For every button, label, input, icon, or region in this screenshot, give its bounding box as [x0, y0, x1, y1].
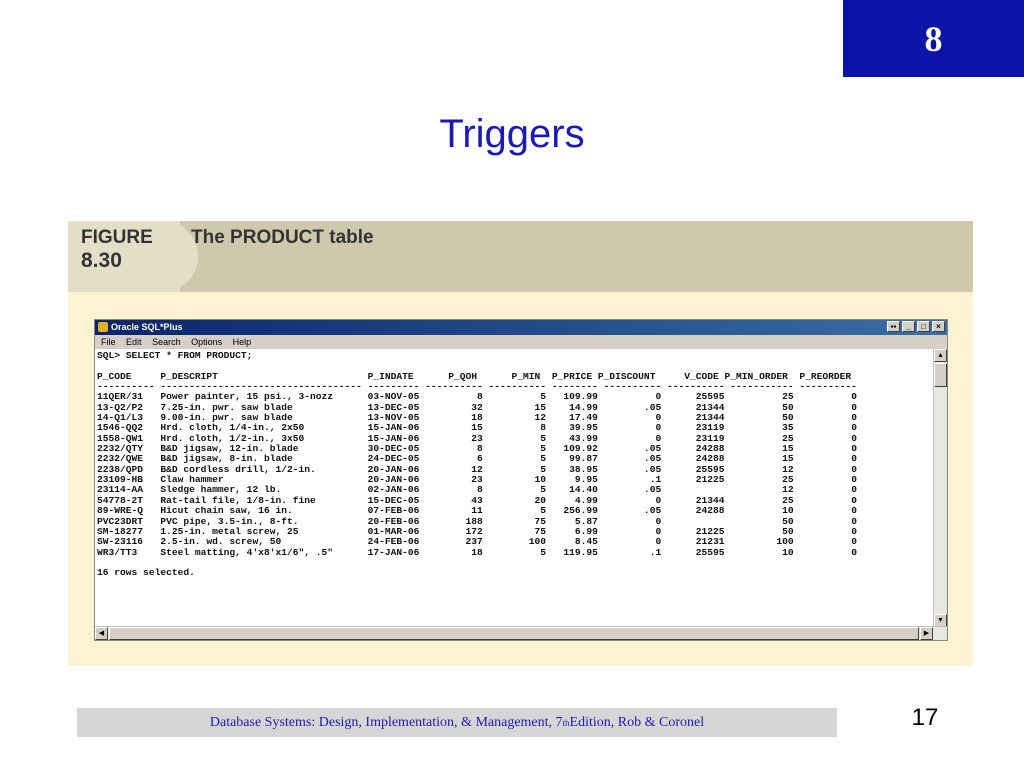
console-text: SQL> SELECT * FROM PRODUCT; P_CODE P_DES…	[95, 349, 933, 579]
table-row: 54778-2T Rat-tail file, 1/8-in. fine 15-…	[97, 494, 857, 506]
window-title: Oracle SQL*Plus	[111, 322, 183, 332]
chapter-number: 8	[924, 18, 943, 59]
table-row: 89-WRE-Q Hicut chain saw, 16 in. 07-FEB-…	[97, 505, 857, 517]
window-controls: ▪▪ _ □ ×	[887, 321, 945, 332]
minimize-button[interactable]: _	[902, 321, 915, 332]
menu-bar: File Edit Search Options Help	[95, 335, 947, 349]
oracle-app-icon	[98, 322, 108, 332]
close-button[interactable]: ×	[932, 321, 945, 332]
table-row: 13-Q2/P2 7.25-in. pwr. saw blade 13-DEC-…	[97, 401, 857, 413]
chapter-number-box: 8	[843, 0, 1024, 77]
table-row: 11QER/31 Power painter, 15 psi., 3-nozz …	[97, 391, 857, 403]
menu-options[interactable]: Options	[191, 337, 222, 347]
menu-search[interactable]: Search	[152, 337, 181, 347]
footer-text-end: Edition, Rob & Coronel	[569, 714, 705, 730]
column-separator: ---------- -----------------------------…	[97, 381, 857, 393]
table-row: 1546-QQ2 Hrd. cloth, 1/4-in., 2x50 15-JA…	[97, 422, 857, 434]
menu-file[interactable]: File	[101, 337, 116, 347]
menu-edit[interactable]: Edit	[126, 337, 142, 347]
slide-title: Triggers	[439, 112, 585, 156]
figure-number: 8.30	[81, 249, 122, 272]
figure-header: FIGURE 8.30 The PRODUCT table	[68, 221, 973, 292]
scroll-up-icon[interactable]: ▲	[934, 349, 947, 362]
maximize-button[interactable]: □	[917, 321, 930, 332]
page-number: 17	[911, 704, 939, 731]
table-row: WR3/TT3 Steel matting, 4'x8'x1/6", .5" 1…	[97, 546, 857, 558]
restore-child-button[interactable]: ▪▪	[887, 321, 900, 332]
sql-prompt: SQL> SELECT * FROM PRODUCT;	[97, 350, 253, 361]
table-row: SM-18277 1.25-in. metal screw, 25 01-MAR…	[97, 525, 857, 537]
table-row: 2232/QWE B&D jigsaw, 8-in. blade 24-DEC-…	[97, 453, 857, 465]
figure-label: FIGURE	[81, 227, 153, 248]
vertical-scroll-thumb[interactable]	[934, 363, 947, 387]
rows-selected-summary: 16 rows selected.	[97, 567, 195, 579]
table-row: 1558-QW1 Hrd. cloth, 1/2-in., 3x50 15-JA…	[97, 432, 857, 444]
table-row: 23114-AA Sledge hammer, 12 lb. 02-JAN-06…	[97, 484, 857, 496]
table-row: SW-23116 2.5-in. wd. screw, 50 24-FEB-06…	[97, 536, 857, 548]
table-row: 23109-HB Claw hammer 20-JAN-06 23 10 9.9…	[97, 474, 857, 486]
column-header: P_CODE P_DESCRIPT P_INDATE P_QOH P_MIN P…	[97, 370, 852, 382]
figure-caption: The PRODUCT table	[191, 227, 374, 248]
table-row: PVC23DRT PVC pipe, 3.5-in., 8-ft. 20-FEB…	[97, 515, 857, 527]
horizontal-scrollbar[interactable]: ◀ ▶	[95, 626, 947, 640]
scroll-left-icon[interactable]: ◀	[95, 627, 108, 640]
sqlplus-window: Oracle SQL*Plus ▪▪ _ □ × File Edit Searc…	[94, 319, 948, 641]
footer-superscript: th	[562, 717, 570, 728]
footer-citation: Database Systems: Design, Implementation…	[77, 708, 837, 737]
vertical-scrollbar[interactable]: ▲ ▼	[933, 349, 947, 627]
menu-help[interactable]: Help	[233, 337, 252, 347]
horizontal-scroll-thumb[interactable]	[109, 627, 919, 640]
window-titlebar[interactable]: Oracle SQL*Plus ▪▪ _ □ ×	[95, 320, 947, 335]
scroll-right-icon[interactable]: ▶	[920, 627, 933, 640]
table-row: 2232/QTY B&D jigsaw, 12-in. blade 30-DEC…	[97, 443, 857, 455]
footer-text-start: Database Systems: Design, Implementation…	[209, 714, 563, 730]
console-output[interactable]: SQL> SELECT * FROM PRODUCT; P_CODE P_DES…	[95, 349, 933, 627]
table-row: 14-Q1/L3 9.00-in. pwr. saw blade 13-NOV-…	[97, 412, 857, 424]
table-row: 2238/QPD B&D cordless drill, 1/2-in. 20-…	[97, 463, 857, 475]
